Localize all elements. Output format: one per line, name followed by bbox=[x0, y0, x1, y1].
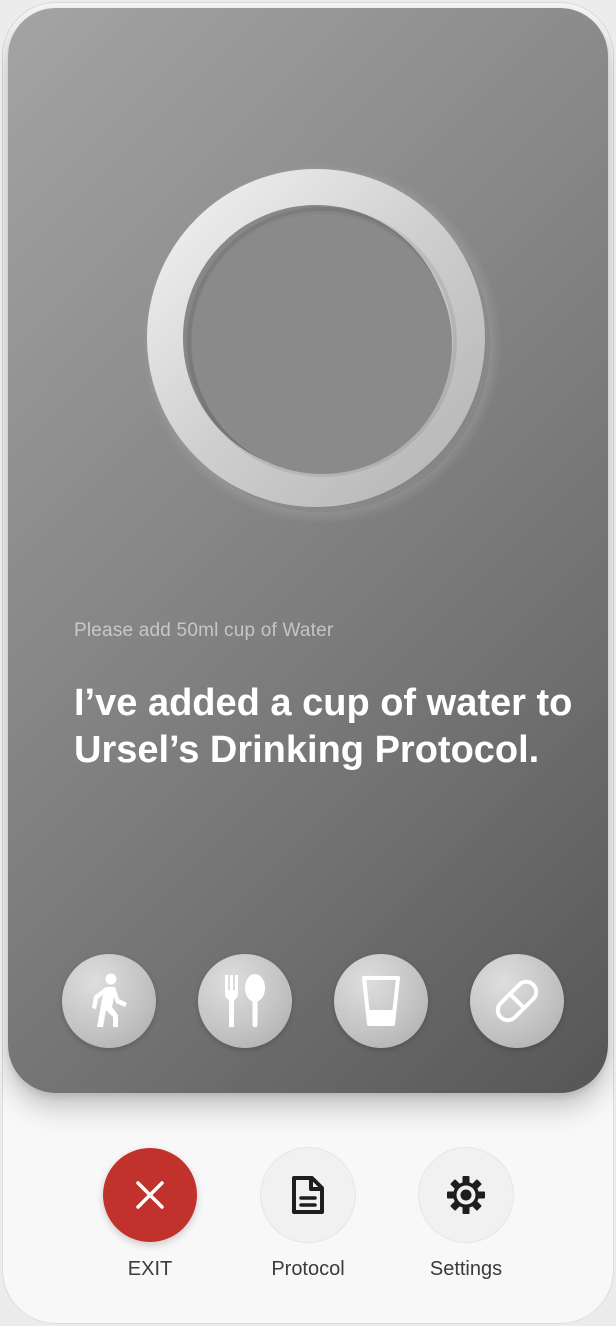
drinking-glass-icon bbox=[362, 976, 400, 1026]
pill-icon bbox=[495, 979, 539, 1023]
progress-ring-graphic bbox=[142, 164, 502, 524]
gear-icon bbox=[447, 1176, 485, 1214]
settings-button[interactable] bbox=[419, 1148, 513, 1242]
protocol-button[interactable] bbox=[261, 1148, 355, 1242]
settings-label: Settings bbox=[429, 1258, 503, 1280]
status-card: Please add 50ml cup of Water I’ve added … bbox=[8, 8, 608, 1093]
instruction-hint: Please add 50ml cup of Water bbox=[74, 620, 334, 641]
app-frame: Please add 50ml cup of Water I’ve added … bbox=[2, 2, 614, 1324]
progress-ring bbox=[126, 148, 506, 528]
exit-label: EXIT bbox=[127, 1258, 173, 1280]
settings-nav-item: Settings bbox=[406, 1148, 526, 1281]
drink-button[interactable] bbox=[334, 954, 428, 1048]
walking-person-icon bbox=[92, 973, 127, 1027]
protocol-nav-item: Protocol bbox=[248, 1148, 368, 1281]
document-icon bbox=[292, 1176, 324, 1214]
exit-button[interactable] bbox=[103, 1148, 197, 1242]
confirmation-message: I’ve added a cup of water to Ursel’s Dri… bbox=[74, 682, 573, 771]
food-button[interactable] bbox=[198, 954, 292, 1048]
activity-button[interactable] bbox=[62, 954, 156, 1048]
medication-button[interactable] bbox=[470, 954, 564, 1048]
exit-nav-item: EXIT bbox=[90, 1148, 210, 1281]
protocol-label: Protocol bbox=[271, 1258, 345, 1280]
close-icon bbox=[136, 1181, 164, 1209]
fork-spoon-icon bbox=[225, 974, 265, 1027]
